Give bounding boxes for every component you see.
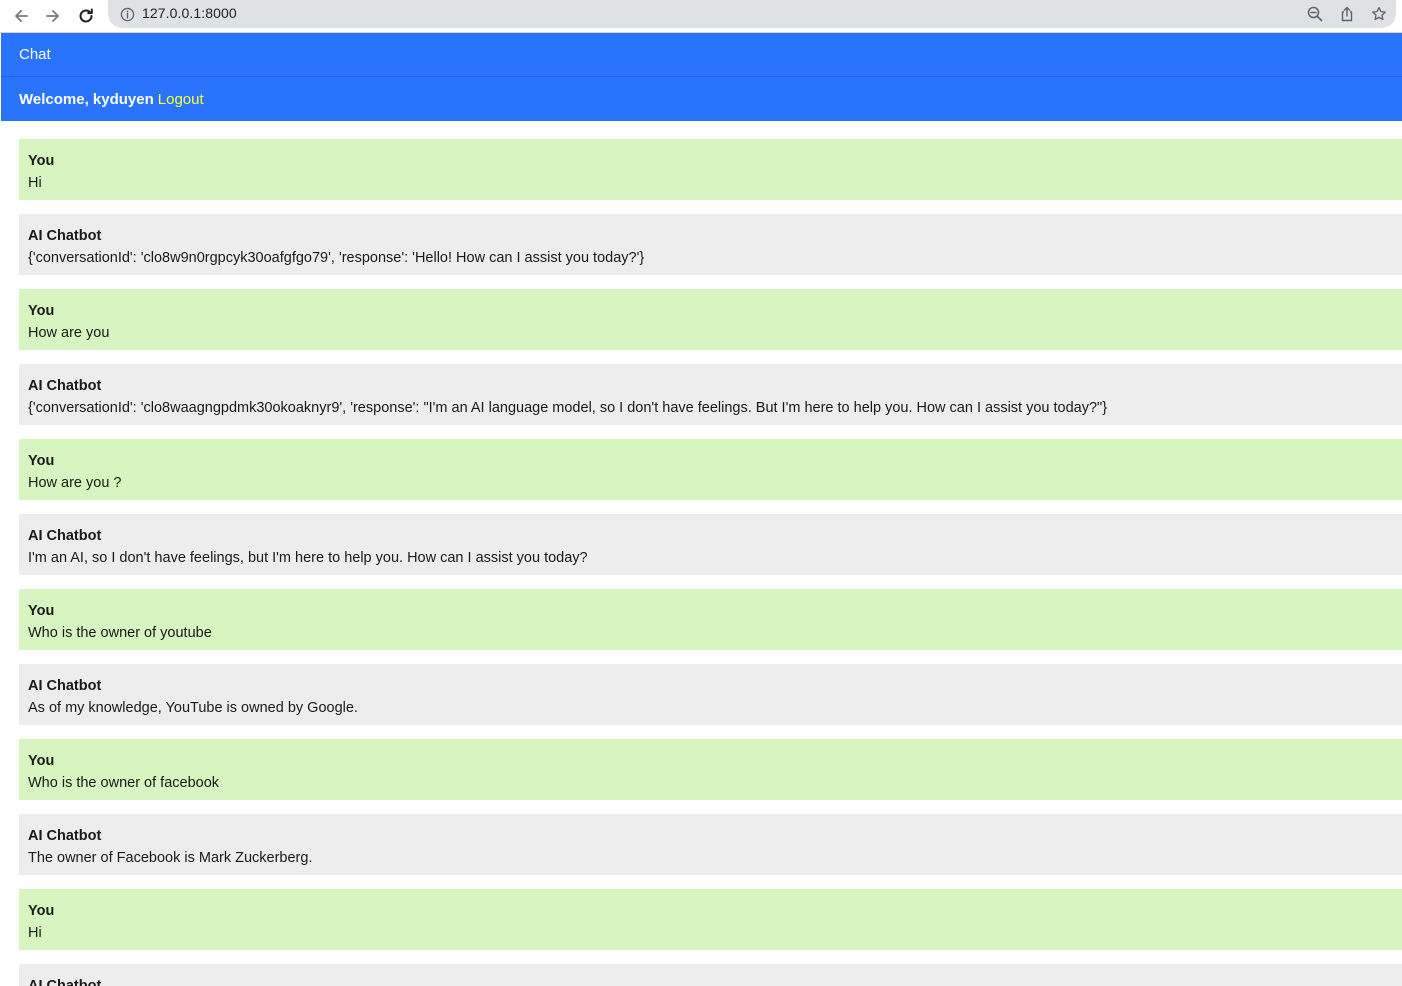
message-bot: AI Chatbot {'conversationId': 'clo8w9n0r… <box>19 214 1402 275</box>
user-bar: Welcome, kyduyen Logout <box>1 77 1402 121</box>
back-arrow-icon <box>12 7 30 25</box>
brand-link[interactable]: Chat <box>19 46 51 63</box>
star-icon[interactable] <box>1369 4 1389 24</box>
message-sender: You <box>28 903 55 919</box>
message-sender: You <box>28 303 55 319</box>
message-sender: You <box>28 753 55 769</box>
message-text: {'conversationId': 'clo8waagngpdmk30okoa… <box>28 400 1108 416</box>
back-button[interactable] <box>8 3 34 29</box>
message-bot: AI Chatbot I'm an AI, so I don't have fe… <box>19 514 1402 575</box>
message-text: How are you ? <box>28 475 122 491</box>
message-text: Who is the owner of youtube <box>28 625 212 641</box>
info-icon[interactable] <box>119 6 135 22</box>
browser-toolbar: 127.0.0.1:8000 <box>0 0 1402 33</box>
message-sender: AI Chatbot <box>28 828 102 844</box>
reload-button[interactable] <box>73 3 99 29</box>
message-text: The owner of Facebook is Mark Zuckerberg… <box>28 850 313 866</box>
zoom-out-icon[interactable] <box>1305 4 1325 24</box>
share-icon[interactable] <box>1337 4 1357 24</box>
message-user: You Who is the owner of youtube <box>19 589 1402 650</box>
message-user: You Hi <box>19 139 1402 200</box>
message-sender: AI Chatbot <box>28 678 102 694</box>
message-bot: AI Chatbot As of my knowledge, YouTube i… <box>19 664 1402 725</box>
message-user: You Hi <box>19 889 1402 950</box>
message-sender: You <box>28 453 55 469</box>
message-sender: AI Chatbot <box>28 978 102 986</box>
navbar-brand-row: Chat <box>1 33 1402 77</box>
forward-button[interactable] <box>40 3 66 29</box>
logout-link[interactable]: Logout <box>158 91 204 108</box>
message-text: Who is the owner of facebook <box>28 775 220 791</box>
message-text: {'conversationId': 'clo8w9n0rgpcyk30oafg… <box>28 250 645 266</box>
message-sender: AI Chatbot <box>28 528 102 544</box>
message-sender: AI Chatbot <box>28 228 102 244</box>
message-user: You Who is the owner of facebook <box>19 739 1402 800</box>
message-sender: AI Chatbot <box>28 378 102 394</box>
message-sender: You <box>28 153 55 169</box>
welcome-text: Welcome, kyduyen <box>19 90 154 108</box>
message-text: Hi <box>28 925 42 941</box>
message-text: How are you <box>28 325 110 341</box>
message-text: As of my knowledge, YouTube is owned by … <box>28 700 358 716</box>
message-user: You How are you ? <box>19 439 1402 500</box>
url-text[interactable]: 127.0.0.1:8000 <box>142 5 237 21</box>
address-bar[interactable]: 127.0.0.1:8000 <box>108 0 1396 28</box>
message-text: I'm an AI, so I don't have feelings, but… <box>28 550 588 566</box>
message-text: Hi <box>28 175 42 191</box>
message-user: You How are you <box>19 289 1402 350</box>
forward-arrow-icon <box>44 7 62 25</box>
message-bot: AI Chatbot {'conversationId': 'clo8waagn… <box>19 364 1402 425</box>
message-sender: You <box>28 603 55 619</box>
app-header: Chat Welcome, kyduyen Logout <box>1 33 1402 121</box>
message-bot: AI Chatbot <box>19 964 1402 986</box>
chat-messages: You Hi AI Chatbot {'conversationId': 'cl… <box>0 121 1402 986</box>
reload-icon <box>77 7 95 25</box>
message-bot: AI Chatbot The owner of Facebook is Mark… <box>19 814 1402 875</box>
